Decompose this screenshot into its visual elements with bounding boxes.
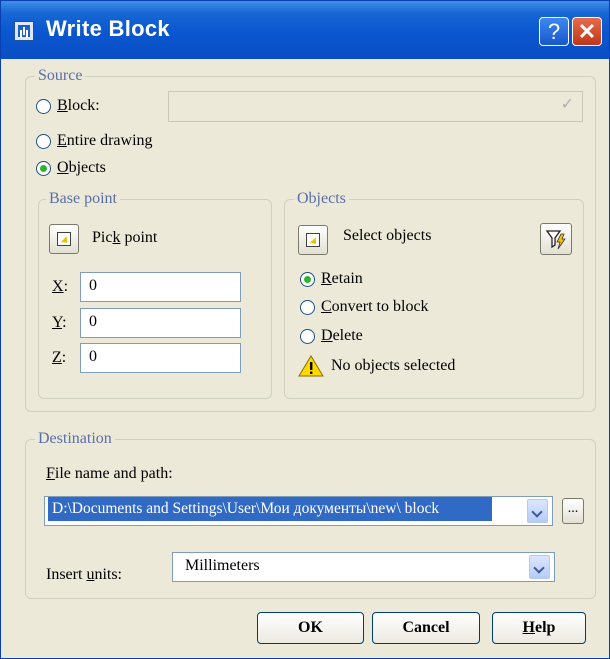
cancel-button[interactable]: Cancel (372, 612, 480, 644)
close-button[interactable]: ✕ (572, 17, 602, 46)
radio-retain-indicator[interactable] (300, 271, 315, 287)
radio-block-label: Block: (57, 97, 100, 114)
pick-point-icon (57, 232, 71, 246)
quick-select-button[interactable] (540, 223, 572, 255)
insert-units-label: Insert units: (46, 566, 122, 583)
objects-legend: Objects (294, 190, 349, 208)
z-label: Z: (52, 349, 67, 366)
radio-entire-label: Entire drawing (57, 132, 153, 149)
window-title: Write Block (46, 16, 170, 41)
pick-point-button[interactable] (49, 224, 79, 254)
radio-delete-indicator[interactable] (300, 328, 315, 344)
select-objects-icon (306, 233, 320, 247)
radio-retain-label: Retain (321, 270, 363, 287)
base-point-legend: Base point (46, 190, 120, 208)
insert-units-value: Millimeters (185, 557, 260, 574)
radio-block-indicator[interactable] (36, 98, 51, 114)
quick-select-icon (545, 230, 566, 250)
block-name-select[interactable]: ✓ (168, 91, 583, 122)
pick-point-label: Pick point (92, 229, 158, 246)
app-icon (14, 21, 34, 41)
insert-units-dropdown-arrow[interactable] (529, 555, 550, 579)
x-label: X: (52, 278, 69, 295)
radio-block[interactable]: Block: (36, 97, 100, 115)
file-path-dropdown-arrow[interactable] (527, 499, 548, 523)
radio-delete-label: Delete (321, 327, 363, 344)
select-objects-label: Select objects (343, 227, 432, 244)
ok-button[interactable]: OK (257, 612, 364, 644)
destination-legend: Destination (35, 430, 115, 448)
file-path-combo[interactable]: D:\Documents and Settings\User\Мои докум… (44, 496, 553, 526)
radio-objects[interactable]: Objects (36, 159, 106, 177)
radio-objects-indicator[interactable] (36, 160, 51, 176)
file-path-value: D:\Documents and Settings\User\Мои докум… (48, 497, 492, 521)
source-legend: Source (35, 67, 86, 85)
title-bar[interactable]: Write Block ? ✕ (1, 1, 609, 59)
radio-convert-indicator[interactable] (300, 299, 315, 315)
z-input[interactable]: 0 (80, 343, 241, 373)
radio-entire-drawing[interactable]: Entire drawing (36, 132, 153, 150)
insert-units-select[interactable]: Millimeters (172, 552, 555, 582)
write-block-dialog: Write Block ? ✕ Source Block: ✓ Entire d… (0, 0, 610, 659)
radio-objects-label: Objects (57, 159, 106, 176)
radio-convert-to-block[interactable]: Convert to block (300, 298, 429, 316)
x-input[interactable]: 0 (80, 272, 241, 302)
help-button[interactable]: Help (492, 612, 586, 644)
warning-icon (298, 355, 324, 377)
radio-entire-indicator[interactable] (36, 133, 51, 149)
y-input[interactable]: 0 (80, 308, 241, 338)
dialog-body: Source Block: ✓ Entire drawing Objects B… (1, 59, 609, 658)
select-objects-button[interactable] (298, 225, 328, 255)
check-icon: ✓ (560, 96, 574, 113)
radio-convert-label: Convert to block (321, 298, 429, 315)
file-name-label: File name and path: (46, 465, 173, 482)
browse-button[interactable]: ... (562, 498, 584, 524)
selection-status: No objects selected (331, 357, 456, 374)
y-label: Y: (52, 314, 67, 331)
help-title-button[interactable]: ? (539, 17, 569, 46)
radio-retain[interactable]: Retain (300, 270, 363, 288)
radio-delete[interactable]: Delete (300, 327, 363, 345)
